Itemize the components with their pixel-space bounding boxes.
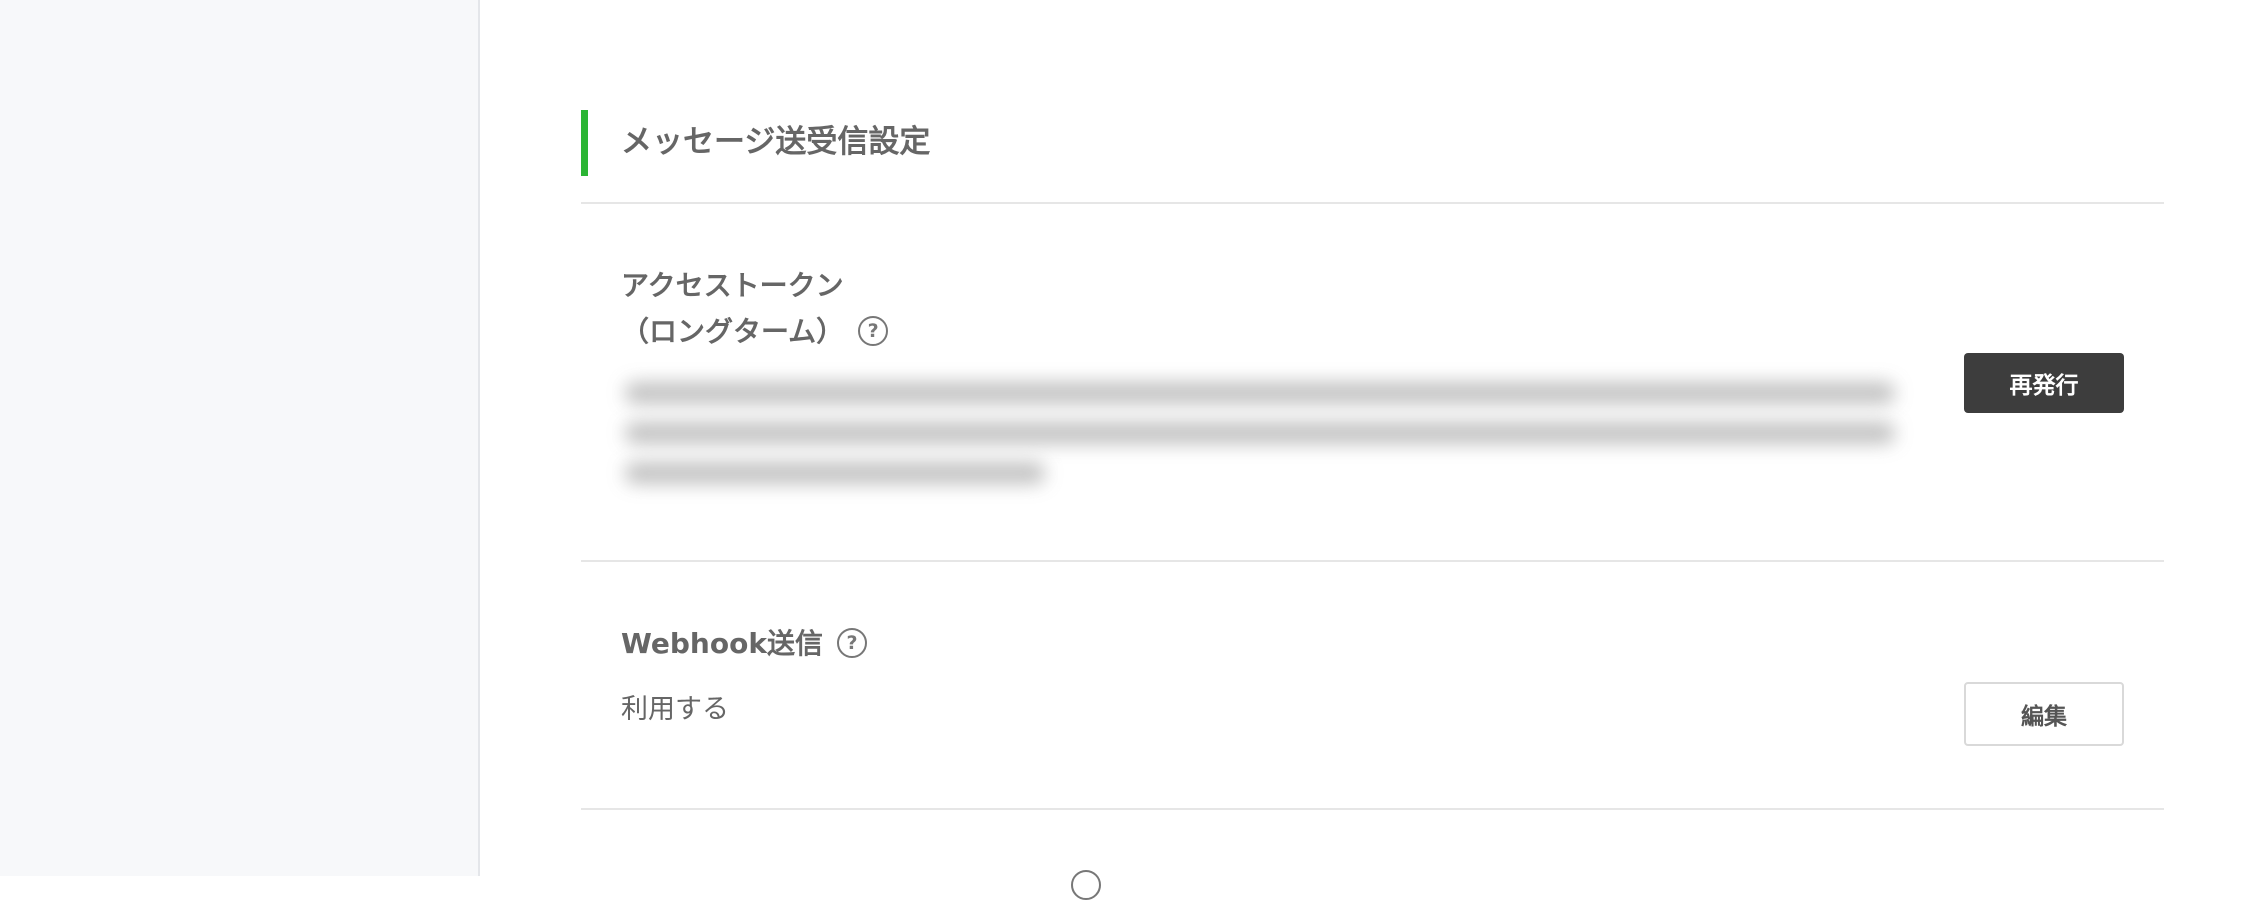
help-icon[interactable]: ? bbox=[858, 316, 889, 346]
edit-button[interactable]: 編集 bbox=[1964, 682, 2124, 746]
webhook-row: Webhook送信? 利用する 編集 bbox=[581, 562, 2164, 810]
redacted-line bbox=[625, 422, 1895, 444]
access-token-value-redacted bbox=[617, 368, 1913, 498]
next-setting-row bbox=[581, 810, 2164, 900]
sidebar bbox=[0, 0, 480, 876]
section-header: メッセージ送受信設定 bbox=[581, 110, 2164, 204]
reissue-button[interactable]: 再発行 bbox=[1964, 353, 2124, 413]
section-title: メッセージ送受信設定 bbox=[621, 124, 931, 160]
webhook-status-value: 利用する bbox=[621, 694, 729, 725]
section-accent-bar bbox=[581, 110, 588, 176]
help-icon[interactable] bbox=[1071, 870, 1101, 900]
access-token-row: アクセストークン （ロングターム）? 再発行 bbox=[581, 204, 2164, 562]
main-content: メッセージ送受信設定 アクセストークン （ロングターム）? 再発行 Webhoo… bbox=[481, 0, 2264, 900]
redacted-line bbox=[625, 382, 1895, 404]
access-token-label: アクセストークン bbox=[621, 269, 844, 302]
access-token-label-line2: （ロングターム） bbox=[621, 315, 845, 348]
access-token-label-sub: （ロングターム）? bbox=[621, 310, 889, 354]
redacted-line bbox=[625, 462, 1045, 484]
webhook-label-container: Webhook送信? bbox=[621, 622, 867, 666]
help-icon[interactable]: ? bbox=[836, 628, 867, 658]
webhook-label: Webhook送信 bbox=[621, 627, 823, 660]
